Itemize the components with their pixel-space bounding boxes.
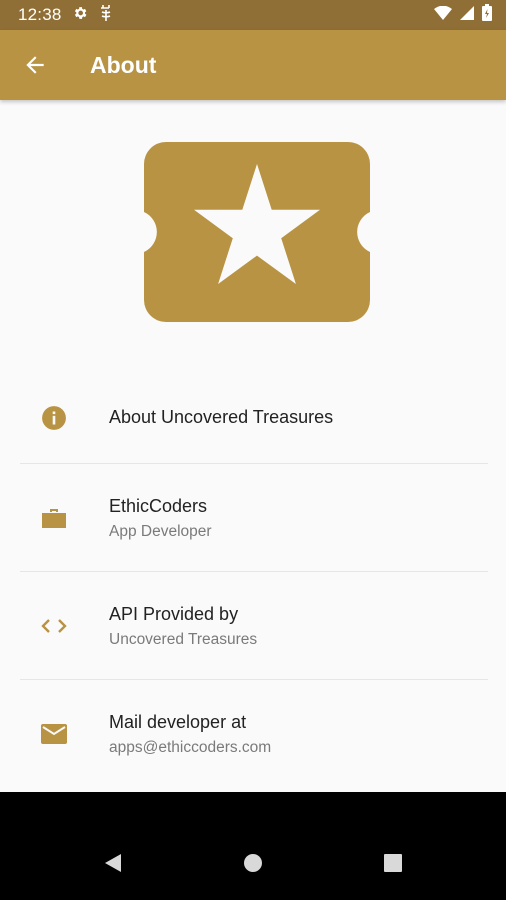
- gear-icon: [72, 5, 88, 26]
- arrow-back-icon[interactable]: [22, 52, 48, 78]
- list-item-secondary: Uncovered Treasures: [109, 631, 258, 648]
- status-bar: 12:38: [0, 0, 506, 30]
- status-time: 12:38: [18, 5, 62, 24]
- battery-icon: [482, 4, 492, 26]
- ticket-star-icon: [144, 142, 370, 322]
- sync-icon: [98, 4, 114, 27]
- list-item-about-app[interactable]: About Uncovered Treasures: [0, 364, 506, 463]
- list-item-mail[interactable]: Mail developer at apps@ethiccoders.com: [0, 680, 506, 787]
- page-title: About: [90, 52, 157, 78]
- list-item-api[interactable]: API Provided by Uncovered Treasures: [0, 572, 506, 679]
- mail-icon: [40, 720, 68, 748]
- code-icon: [40, 612, 68, 640]
- list-item-secondary: apps@ethiccoders.com: [109, 739, 272, 756]
- list-item-primary: API Provided by: [109, 604, 239, 624]
- recents-square-icon[interactable]: [380, 850, 406, 876]
- list-item-developer[interactable]: EthicCoders App Developer: [0, 464, 506, 571]
- app-bar: About: [0, 30, 506, 100]
- list-item-secondary: App Developer: [109, 523, 212, 540]
- list-item-primary: EthicCoders: [109, 496, 208, 516]
- briefcase-icon: [40, 504, 68, 532]
- info-icon: [40, 404, 68, 432]
- navigation-bar: [0, 792, 506, 900]
- home-circle-icon[interactable]: [240, 850, 266, 876]
- list-item-primary: Mail developer at: [109, 712, 247, 732]
- list-item-primary: About Uncovered Treasures: [109, 407, 334, 427]
- back-triangle-icon[interactable]: [99, 850, 125, 876]
- signal-icon: [460, 5, 474, 25]
- wifi-icon: [434, 5, 452, 25]
